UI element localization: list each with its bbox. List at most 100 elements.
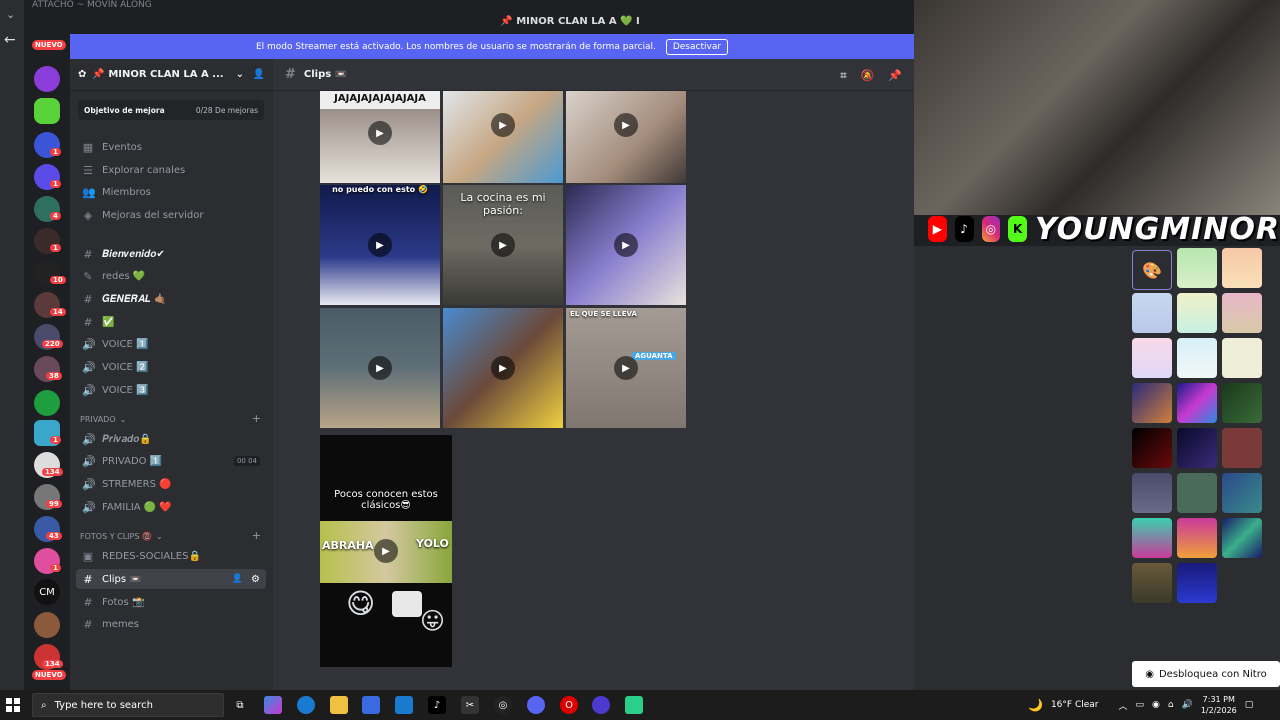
theme-swatch[interactable] <box>1177 248 1217 288</box>
play-icon[interactable]: ▶ <box>614 356 638 380</box>
theme-swatch[interactable] <box>1222 518 1262 558</box>
channel-check[interactable]: # ✅ <box>76 312 266 332</box>
play-icon[interactable]: ▶ <box>368 121 392 145</box>
theme-swatch[interactable] <box>1132 383 1172 423</box>
edge-icon[interactable] <box>297 696 315 714</box>
channel-redes-sociales[interactable]: ▣ REDES-SOCIALES🔒 <box>76 546 266 566</box>
theme-swatch[interactable] <box>1132 338 1172 378</box>
browser-tab[interactable]: ATTACHO ~ MOVIN ALONG <box>24 0 194 12</box>
voice-channel-privado-1[interactable]: 🔊 PRIVADO 1️⃣ 00 04 <box>76 451 266 471</box>
theme-swatch[interactable] <box>1222 293 1262 333</box>
server-icon[interactable] <box>34 390 60 416</box>
server-icon[interactable] <box>34 98 60 124</box>
chevron-down-icon[interactable]: ⌄ <box>6 8 15 21</box>
network-icon[interactable]: ⌂ <box>1168 700 1174 710</box>
theme-swatch[interactable] <box>1132 428 1172 468</box>
video-attachment[interactable]: ▶ <box>566 91 686 183</box>
voice-channel-1[interactable]: 🔊 VOICE 1️⃣ <box>76 334 266 354</box>
tray-app-icon[interactable]: ▭ <box>1136 700 1145 710</box>
voice-channel-stremers[interactable]: 🔊 STREMERS 🔴 <box>76 474 266 494</box>
theme-swatch[interactable] <box>1222 383 1262 423</box>
voice-channel-2[interactable]: 🔊 VOICE 2️⃣ <box>76 357 266 377</box>
taskbar-search[interactable]: ⌕ Type here to search <box>32 693 224 717</box>
palette-icon[interactable]: 🎨 <box>1132 250 1172 290</box>
channel-redes[interactable]: ✎ redes 💚 <box>76 266 266 286</box>
theme-swatch[interactable] <box>1177 338 1217 378</box>
unlock-nitro-button[interactable]: ◉ Desbloquea con Nitro <box>1132 661 1280 687</box>
theme-swatch[interactable] <box>1132 563 1172 603</box>
video-attachment[interactable]: EL QUE SE LLEVA AGUANTA ▶ <box>566 308 686 428</box>
theme-swatch[interactable] <box>1177 518 1217 558</box>
play-icon[interactable]: ▶ <box>491 233 515 257</box>
video-attachment[interactable]: ▶ <box>320 308 440 428</box>
play-icon[interactable]: ▶ <box>491 356 515 380</box>
notifications-icon[interactable]: ▢ <box>1245 700 1254 710</box>
theme-swatch[interactable] <box>1222 428 1262 468</box>
play-icon[interactable]: ▶ <box>614 113 638 137</box>
app-icon[interactable] <box>592 696 610 714</box>
file-explorer-icon[interactable] <box>330 696 348 714</box>
theme-swatch[interactable] <box>1222 473 1262 513</box>
theme-swatch[interactable] <box>1177 293 1217 333</box>
nav-events[interactable]: ▦ Eventos <box>76 137 266 157</box>
clock[interactable]: 7:31 PM 1/2/2026 <box>1201 694 1237 716</box>
video-attachment[interactable]: ▶ <box>443 308 563 428</box>
play-icon[interactable]: ▶ <box>614 233 638 257</box>
add-channel-icon[interactable]: + <box>252 529 261 542</box>
theme-swatch[interactable] <box>1222 248 1262 288</box>
task-view-icon[interactable]: ⧉ <box>231 696 249 714</box>
nav-server-boosts[interactable]: ◈ Mejoras del servidor <box>76 205 266 225</box>
play-icon[interactable]: ▶ <box>374 539 398 563</box>
weather-text[interactable]: 16°F Clear <box>1051 700 1099 710</box>
server-header[interactable]: ✿ 📌 MINOR CLAN LA A ... ⌄ 👤 <box>70 59 273 91</box>
channel-fotos[interactable]: # Fotos 📸 <box>76 592 266 612</box>
theme-swatch[interactable] <box>1177 563 1217 603</box>
theme-swatch[interactable] <box>1222 338 1262 378</box>
play-icon[interactable]: ▶ <box>368 356 392 380</box>
theme-swatch[interactable] <box>1132 293 1172 333</box>
video-attachment[interactable]: JAJAJAJAJAJAJAJA ▶ <box>320 91 440 183</box>
voice-channel-familia[interactable]: 🔊 FAMILIA 🟢 ❤️ <box>76 497 266 517</box>
video-attachment[interactable]: Pocos conocen estos clásicos😎 ABRAHA YOL… <box>320 435 452 667</box>
gear-icon[interactable]: ⚙ <box>251 574 260 585</box>
tray-app-icon[interactable]: ◉ <box>1152 700 1160 710</box>
add-channel-icon[interactable]: + <box>252 412 261 425</box>
channel-bienvenido[interactable]: # 𝑩𝒊𝒆𝒏𝒗𝒆𝒏𝒊𝒅𝒐✔ <box>76 244 266 264</box>
deactivate-button[interactable]: Desactivar <box>665 38 729 55</box>
theme-swatch[interactable] <box>1177 473 1217 513</box>
theme-swatch[interactable] <box>1177 428 1217 468</box>
theme-swatch[interactable] <box>1132 518 1172 558</box>
mail-icon[interactable] <box>395 696 413 714</box>
channel-general[interactable]: # 𝑮𝑬𝑵𝑬𝑹𝑨𝑳 🤙🏽 <box>76 289 266 309</box>
theme-swatch[interactable] <box>1177 383 1217 423</box>
nav-browse-channels[interactable]: ☰ Explorar canales <box>76 160 266 180</box>
discord-taskbar-icon[interactable] <box>527 696 545 714</box>
nav-members[interactable]: 👥 Miembros <box>76 182 266 202</box>
server-icon-cm[interactable]: CM <box>34 579 60 605</box>
windows-start-icon[interactable] <box>6 698 20 712</box>
pin-icon[interactable]: 📌 <box>888 69 902 83</box>
video-attachment[interactable]: ▶ <box>566 185 686 305</box>
threads-icon[interactable]: ⌗ <box>840 69 846 83</box>
category-privado[interactable]: PRIVADO ⌄ <box>80 415 126 424</box>
invite-icon[interactable]: 👤 <box>232 574 243 584</box>
play-icon[interactable]: ▶ <box>491 113 515 137</box>
category-fotos-clips[interactable]: FOTOS Y CLIPS 📵 ⌄ <box>80 532 163 541</box>
boost-goal[interactable]: Objetivo de mejora 0/28 De mejoras <box>78 100 264 120</box>
capcut-icon[interactable]: ✂ <box>461 696 479 714</box>
video-attachment[interactable]: ▶ <box>443 91 563 183</box>
server-icon[interactable] <box>34 612 60 638</box>
chevron-up-icon[interactable]: ︿ <box>1118 699 1127 712</box>
voice-channel-privado[interactable]: 🔊 𝑷𝒓𝒊𝒗𝒂𝒅𝒐🔒 <box>76 429 266 449</box>
back-arrow-icon[interactable]: ← <box>4 32 16 48</box>
channel-memes[interactable]: # memes <box>76 614 266 634</box>
voice-channel-3[interactable]: 🔊 VOICE 3️⃣ <box>76 380 266 400</box>
mute-bell-icon[interactable]: 🔕 <box>861 69 875 83</box>
volume-icon[interactable]: 🔊 <box>1182 700 1193 710</box>
store-icon[interactable] <box>362 696 380 714</box>
server-icon[interactable] <box>34 66 60 92</box>
tiktok-app-icon[interactable]: ♪ <box>428 696 446 714</box>
channel-clips[interactable]: # Clips 📼 👤 ⚙ <box>76 569 266 589</box>
video-attachment[interactable]: no puedo con esto 🤣 ▶ <box>320 185 440 305</box>
obs-icon[interactable]: ◎ <box>494 696 512 714</box>
